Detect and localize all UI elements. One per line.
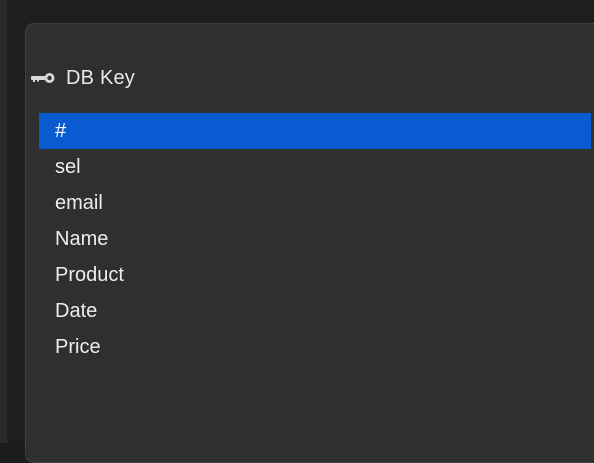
panel-title: DB Key [66,66,136,89]
app-window: DB Key # sel email Name Product Date Pri… [0,0,594,463]
list-item-date[interactable]: Date [39,293,591,329]
list-item-label: Date [55,300,98,322]
list-item-label: email [55,192,103,214]
db-key-field-list: # sel email Name Product Date Price [39,113,591,365]
list-item-label: # [55,120,67,142]
key-icon [30,72,56,84]
list-item-label: Name [55,228,109,250]
panel-header: DB Key [30,64,135,92]
list-item-label: Price [55,336,101,358]
list-item-name[interactable]: Name [39,221,591,257]
list-item-price[interactable]: Price [39,329,591,365]
list-item-hash[interactable]: # [39,113,591,149]
list-item-product[interactable]: Product [39,257,591,293]
window-edge [0,0,7,443]
list-item-label: sel [55,156,81,178]
list-item-label: Product [55,264,124,286]
list-item-sel[interactable]: sel [39,149,591,185]
list-item-email[interactable]: email [39,185,591,221]
